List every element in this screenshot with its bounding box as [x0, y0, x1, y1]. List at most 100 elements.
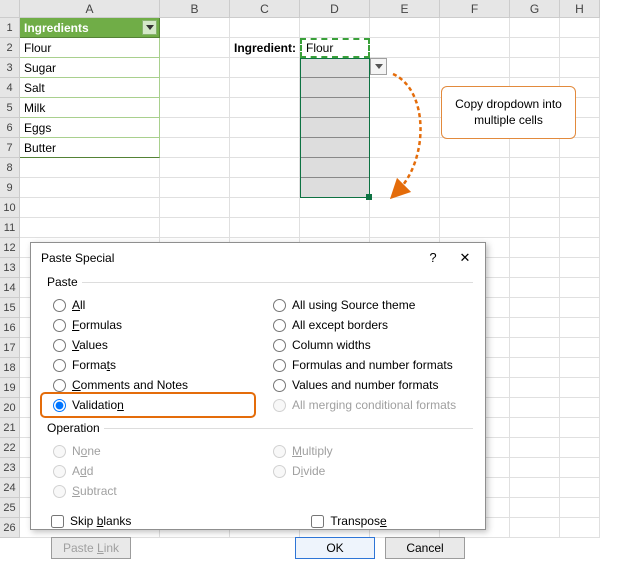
- cell-B3[interactable]: [160, 58, 230, 78]
- option-comments-and-notes[interactable]: Comments and Notes: [43, 375, 253, 395]
- radio-input[interactable]: [53, 359, 66, 372]
- cell-E9[interactable]: [370, 178, 440, 198]
- cell-G1[interactable]: [510, 18, 560, 38]
- cell-H15[interactable]: [560, 298, 600, 318]
- radio-input[interactable]: [273, 339, 286, 352]
- cell-A8[interactable]: [20, 158, 160, 178]
- cell-G26[interactable]: [510, 518, 560, 538]
- option-all-except-borders[interactable]: All except borders: [263, 315, 473, 335]
- cell-G17[interactable]: [510, 338, 560, 358]
- cell-D4[interactable]: [300, 78, 370, 98]
- col-header-C[interactable]: C: [230, 0, 300, 18]
- radio-input[interactable]: [53, 339, 66, 352]
- cell-G8[interactable]: [510, 158, 560, 178]
- cell-D8[interactable]: [300, 158, 370, 178]
- cell-F10[interactable]: [440, 198, 510, 218]
- cell-C1[interactable]: [230, 18, 300, 38]
- cell-G10[interactable]: [510, 198, 560, 218]
- cell-A9[interactable]: [20, 178, 160, 198]
- col-header-E[interactable]: E: [370, 0, 440, 18]
- row-header-25[interactable]: 25: [0, 498, 20, 518]
- cell-A7[interactable]: Butter: [20, 138, 160, 158]
- cell-D6[interactable]: [300, 118, 370, 138]
- row-header-6[interactable]: 6: [0, 118, 20, 138]
- cancel-button[interactable]: Cancel: [385, 537, 465, 559]
- cell-G25[interactable]: [510, 498, 560, 518]
- cell-D5[interactable]: [300, 98, 370, 118]
- cell-H25[interactable]: [560, 498, 600, 518]
- skip-blanks-option[interactable]: Skip blanks: [51, 511, 131, 531]
- cell-C11[interactable]: [230, 218, 300, 238]
- row-header-8[interactable]: 8: [0, 158, 20, 178]
- cell-G9[interactable]: [510, 178, 560, 198]
- help-button[interactable]: ?: [419, 243, 447, 273]
- cell-B4[interactable]: [160, 78, 230, 98]
- option-validation[interactable]: Validation: [43, 395, 253, 415]
- row-header-20[interactable]: 20: [0, 398, 20, 418]
- dropdown-arrow-icon[interactable]: [370, 58, 387, 75]
- transpose-option[interactable]: Transpose: [311, 511, 386, 531]
- option-values[interactable]: Values: [43, 335, 253, 355]
- row-header-11[interactable]: 11: [0, 218, 20, 238]
- cell-E2[interactable]: [370, 38, 440, 58]
- ok-button[interactable]: OK: [295, 537, 375, 559]
- row-header-13[interactable]: 13: [0, 258, 20, 278]
- cell-G21[interactable]: [510, 418, 560, 438]
- cell-D10[interactable]: [300, 198, 370, 218]
- option-values-and-number-formats[interactable]: Values and number formats: [263, 375, 473, 395]
- cell-F7[interactable]: [440, 138, 510, 158]
- cell-H12[interactable]: [560, 238, 600, 258]
- row-header-2[interactable]: 2: [0, 38, 20, 58]
- cell-E10[interactable]: [370, 198, 440, 218]
- cell-G7[interactable]: [510, 138, 560, 158]
- close-button[interactable]: ✕: [451, 243, 479, 273]
- cell-H20[interactable]: [560, 398, 600, 418]
- cell-D2[interactable]: Flour: [300, 38, 370, 58]
- filter-button[interactable]: [142, 20, 157, 35]
- cell-G24[interactable]: [510, 478, 560, 498]
- cell-F3[interactable]: [440, 58, 510, 78]
- option-formats[interactable]: Formats: [43, 355, 253, 375]
- cell-H9[interactable]: [560, 178, 600, 198]
- cell-A2[interactable]: Flour: [20, 38, 160, 58]
- cell-H3[interactable]: [560, 58, 600, 78]
- cell-E11[interactable]: [370, 218, 440, 238]
- cell-A4[interactable]: Salt: [20, 78, 160, 98]
- row-header-24[interactable]: 24: [0, 478, 20, 498]
- cell-B6[interactable]: [160, 118, 230, 138]
- cell-G22[interactable]: [510, 438, 560, 458]
- row-header-12[interactable]: 12: [0, 238, 20, 258]
- row-header-9[interactable]: 9: [0, 178, 20, 198]
- col-header-F[interactable]: F: [440, 0, 510, 18]
- cell-G12[interactable]: [510, 238, 560, 258]
- cell-A5[interactable]: Milk: [20, 98, 160, 118]
- cell-C6[interactable]: [230, 118, 300, 138]
- select-all-corner[interactable]: [0, 0, 20, 18]
- cell-G13[interactable]: [510, 258, 560, 278]
- col-header-H[interactable]: H: [560, 0, 600, 18]
- cell-H7[interactable]: [560, 138, 600, 158]
- option-formulas-and-number-formats[interactable]: Formulas and number formats: [263, 355, 473, 375]
- cell-E6[interactable]: [370, 118, 440, 138]
- row-header-26[interactable]: 26: [0, 518, 20, 538]
- radio-input[interactable]: [273, 299, 286, 312]
- option-column-widths[interactable]: Column widths: [263, 335, 473, 355]
- cell-G3[interactable]: [510, 58, 560, 78]
- cell-A3[interactable]: Sugar: [20, 58, 160, 78]
- cell-A11[interactable]: [20, 218, 160, 238]
- cell-H1[interactable]: [560, 18, 600, 38]
- cell-C10[interactable]: [230, 198, 300, 218]
- row-header-10[interactable]: 10: [0, 198, 20, 218]
- col-header-B[interactable]: B: [160, 0, 230, 18]
- radio-input[interactable]: [273, 319, 286, 332]
- row-header-7[interactable]: 7: [0, 138, 20, 158]
- cell-C8[interactable]: [230, 158, 300, 178]
- cell-F8[interactable]: [440, 158, 510, 178]
- cell-G2[interactable]: [510, 38, 560, 58]
- cell-G11[interactable]: [510, 218, 560, 238]
- cell-F9[interactable]: [440, 178, 510, 198]
- cell-H23[interactable]: [560, 458, 600, 478]
- cell-H24[interactable]: [560, 478, 600, 498]
- cell-G14[interactable]: [510, 278, 560, 298]
- cell-H16[interactable]: [560, 318, 600, 338]
